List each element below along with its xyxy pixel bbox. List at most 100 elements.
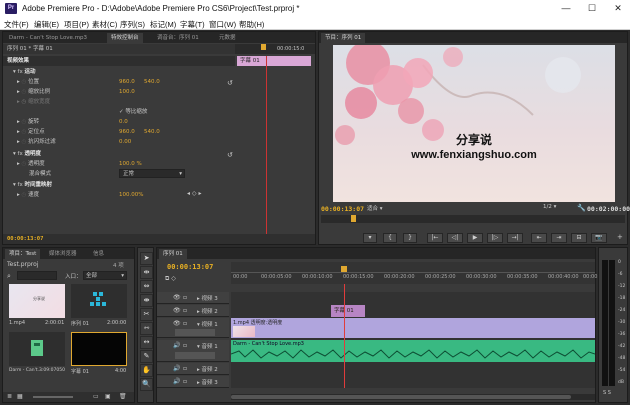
- lock-icon[interactable]: ▫: [183, 307, 187, 314]
- razor-tool[interactable]: ✂: [140, 308, 153, 321]
- ripple-edit-tool[interactable]: ⇔: [140, 280, 153, 293]
- position-y-value[interactable]: 540.0: [144, 77, 160, 87]
- timeline-timecode[interactable]: 00:00:13:07: [167, 263, 213, 271]
- project-item-thumbnail[interactable]: [71, 284, 127, 318]
- speed-value[interactable]: 100.00%: [119, 190, 143, 200]
- search-icon[interactable]: ⌕: [7, 272, 11, 281]
- timeline-ruler[interactable]: 00:00 00:00:05:00 00:00:10:00 00:00:15:0…: [231, 262, 614, 284]
- tab-project[interactable]: 项目：Test: [5, 249, 41, 259]
- track-header-video-2[interactable]: 👁 ▫ ▸ 视频 2: [157, 305, 229, 317]
- tab-media-browser[interactable]: 媒体浏览器: [45, 249, 81, 259]
- fit-select[interactable]: 适合 ▾: [367, 204, 397, 213]
- uniform-scale-checkbox[interactable]: ✓ 等比缩放: [119, 107, 147, 117]
- tab-audio-clip[interactable]: Darm - Can't Stop Love.mp3: [5, 33, 91, 43]
- lift-button[interactable]: ⇤: [531, 233, 547, 243]
- menu-edit[interactable]: 编辑(E): [34, 19, 59, 30]
- track-header-video-3[interactable]: 👁 ▫ ▸ 视频 3: [157, 292, 229, 304]
- trim-button[interactable]: ⊟: [571, 233, 587, 243]
- resolution-select[interactable]: 1/2 ▾: [543, 204, 565, 213]
- track-header-audio-2[interactable]: 🔊 ▫ ▸ 音频 2: [157, 363, 229, 375]
- menu-marker[interactable]: 标记(M): [150, 19, 176, 30]
- settings-plus-icon[interactable]: +: [617, 233, 623, 241]
- pen-tool[interactable]: ✎: [140, 350, 153, 363]
- reset-icon[interactable]: ↺: [227, 151, 233, 159]
- menu-window[interactable]: 窗口(W): [209, 19, 236, 30]
- new-bin-icon[interactable]: ▭: [93, 393, 99, 400]
- extract-button[interactable]: ⇥: [551, 233, 567, 243]
- tab-metadata[interactable]: 元数据: [215, 33, 240, 43]
- motion-row[interactable]: ▾ fx 运动: [13, 67, 35, 77]
- project-item-thumbnail[interactable]: [71, 332, 127, 366]
- program-current-timecode[interactable]: 00:00:13:07: [321, 205, 364, 213]
- list-view-icon[interactable]: ≣: [7, 393, 12, 400]
- position-x-value[interactable]: 960.0: [119, 77, 135, 87]
- project-item-name[interactable]: 序列 01: [71, 320, 89, 327]
- track-keyframe-controls[interactable]: [175, 329, 215, 336]
- speaker-icon[interactable]: 🔊: [173, 365, 180, 372]
- lock-icon[interactable]: ▫: [183, 365, 187, 372]
- program-playhead[interactable]: [351, 215, 356, 222]
- menu-title[interactable]: 字幕(T): [180, 19, 205, 30]
- go-to-in-button[interactable]: |←: [427, 233, 443, 243]
- eye-icon[interactable]: 👁: [173, 307, 181, 314]
- rate-stretch-tool[interactable]: ⇼: [140, 294, 153, 307]
- trash-icon[interactable]: 🗑: [119, 393, 127, 400]
- track-header-audio-3[interactable]: 🔊 ▫ ▸ 音频 3: [157, 376, 229, 388]
- menu-help[interactable]: 帮助(H): [239, 19, 264, 30]
- timeline-playhead-marker[interactable]: [341, 266, 347, 272]
- timeline-scroll-thumb[interactable]: [231, 395, 571, 399]
- step-back-button[interactable]: ◁|: [447, 233, 463, 243]
- lock-icon[interactable]: ▫: [183, 342, 187, 349]
- antiflicker-value[interactable]: 0.00: [119, 137, 131, 147]
- project-item-name[interactable]: Darm - Can't...: [9, 368, 42, 373]
- scale-value[interactable]: 100.0: [119, 87, 135, 97]
- new-item-icon[interactable]: ▣: [105, 393, 111, 400]
- anchor-x-value[interactable]: 960.0: [119, 127, 135, 137]
- menu-project[interactable]: 项目(P): [64, 19, 89, 30]
- play-button[interactable]: ▶: [467, 233, 483, 243]
- speaker-icon[interactable]: 🔊: [173, 342, 180, 349]
- project-item-name[interactable]: 字幕 01: [71, 368, 89, 375]
- tab-info[interactable]: 信息: [89, 249, 108, 259]
- hand-tool[interactable]: ✋: [140, 364, 153, 377]
- title-clip[interactable]: 字幕 01: [331, 305, 365, 317]
- slide-tool[interactable]: ↔: [140, 336, 153, 349]
- track-header-video-1[interactable]: 👁 ▫ ▾ 视频 1: [157, 318, 229, 338]
- slip-tool[interactable]: ⇿: [140, 322, 153, 335]
- opacity-section-row[interactable]: ▾ fx 透明度: [13, 149, 41, 159]
- selection-tool[interactable]: ➤: [140, 252, 153, 265]
- mark-in-button[interactable]: {: [383, 233, 397, 243]
- tab-audio-mixer[interactable]: 调音台：序列 01: [153, 33, 203, 43]
- snap-icon[interactable]: ⧉ ◇: [165, 275, 176, 283]
- anchor-y-value[interactable]: 540.0: [144, 127, 160, 137]
- eye-icon[interactable]: 👁: [173, 320, 181, 327]
- video-clip[interactable]: 1.mp4 透明度:透明度: [231, 318, 595, 338]
- search-scope-select[interactable]: 全部 ▾: [83, 271, 127, 280]
- menu-sequence[interactable]: 序列(S): [120, 19, 145, 30]
- close-button[interactable]: ✕: [612, 2, 624, 14]
- audio-clip[interactable]: Darm - Can't Stop Love.mp3: [231, 340, 595, 362]
- eye-icon[interactable]: 👁: [173, 294, 181, 301]
- program-scrubber[interactable]: [321, 215, 625, 223]
- zoom-slider[interactable]: [33, 396, 73, 398]
- tab-effect-controls[interactable]: 特效控制台: [107, 33, 143, 43]
- minimize-button[interactable]: —: [560, 2, 572, 14]
- add-marker-button[interactable]: ▾: [363, 233, 377, 243]
- menu-file[interactable]: 文件(F): [4, 19, 29, 30]
- keyframe-nav-icon[interactable]: ◂ ◇ ▸: [187, 190, 201, 197]
- time-remap-row[interactable]: ▾ fx 时间重映射: [13, 180, 52, 190]
- solo-buttons[interactable]: S S: [603, 390, 611, 396]
- project-item-thumbnail[interactable]: [9, 332, 65, 366]
- speaker-icon[interactable]: 🔊: [173, 378, 180, 385]
- track-keyframe-controls[interactable]: [175, 352, 215, 359]
- rotation-value[interactable]: 0.0: [119, 117, 128, 127]
- tab-sequence[interactable]: 序列 01: [159, 249, 187, 259]
- maximize-button[interactable]: ☐: [586, 2, 598, 14]
- opacity-value[interactable]: 100.0 %: [119, 159, 142, 169]
- search-input[interactable]: [17, 271, 57, 280]
- mark-out-button[interactable]: }: [403, 233, 417, 243]
- wrench-icon[interactable]: 🔧: [577, 204, 586, 212]
- mini-title-clip[interactable]: 字幕 01: [237, 56, 311, 66]
- tab-program[interactable]: 节目：序列 01: [321, 33, 366, 43]
- lock-icon[interactable]: ▫: [183, 378, 187, 385]
